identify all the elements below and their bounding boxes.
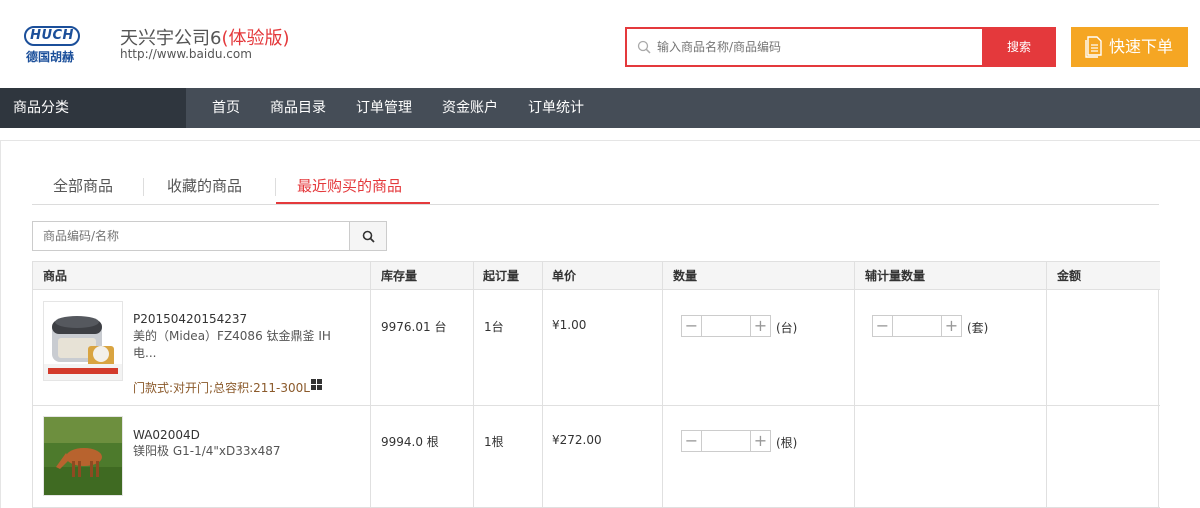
quantity-stepper: − + (681, 430, 771, 452)
decrement-button[interactable]: − (682, 316, 702, 336)
quick-order-label: 快速下单 (1109, 37, 1174, 56)
table-row: WA02004D 镁阳极 G1-1/4"xD33x487 9994.0 根 1根… (33, 406, 1160, 508)
quantity-unit: (根) (776, 436, 798, 450)
quantity-stepper: − + (681, 315, 771, 337)
stock-value: 9976.01 台 (381, 320, 447, 334)
nav-category[interactable]: 商品分类 (0, 88, 186, 128)
nav-item-home[interactable]: 首页 (212, 88, 240, 128)
col-aux-qty: 辅计量数量 (865, 269, 926, 283)
filter-box (32, 221, 350, 251)
aux-quantity-unit: (套) (967, 321, 989, 335)
product-spec: 门款式:对开门;总容积:211-300L (133, 381, 310, 395)
nav-menu: 首页 商品目录 订单管理 资金账户 订单统计 (212, 88, 614, 128)
horse-image (44, 417, 122, 495)
product-tabs: 全部商品 收藏的商品 最近购买的商品 (32, 172, 1159, 205)
nav-item-catalog[interactable]: 商品目录 (270, 88, 326, 128)
company-logo[interactable]: HUCH 德国胡赫 (22, 24, 84, 64)
search-icon (637, 40, 651, 54)
main-nav: 商品分类 首页 商品目录 订单管理 资金账户 订单统计 (0, 88, 1200, 128)
stock-value: 9994.0 根 (381, 435, 439, 449)
tab-divider (275, 178, 276, 196)
increment-button[interactable]: + (941, 316, 961, 336)
moq-value: 1根 (484, 435, 504, 449)
qr-code-icon[interactable] (311, 379, 322, 390)
col-product: 商品 (43, 269, 68, 283)
filter-search-button[interactable] (349, 221, 387, 251)
aux-quantity-input[interactable] (894, 316, 941, 336)
product-name[interactable]: 美的（Midea）FZ4086 钛金鼎釜 IH 电... (133, 328, 333, 362)
product-code: WA02004D (133, 428, 200, 442)
search-button[interactable]: 搜索 (982, 27, 1056, 67)
table-row: P20150420154237 美的（Midea）FZ4086 钛金鼎釜 IH … (33, 290, 1160, 406)
increment-button[interactable]: + (750, 316, 770, 336)
product-name[interactable]: 镁阳极 G1-1/4"xD33x487 (133, 443, 333, 460)
filter-input[interactable] (43, 227, 343, 245)
tab-favorites[interactable]: 收藏的商品 (167, 172, 242, 205)
search-box (625, 27, 982, 67)
col-moq: 起订量 (483, 269, 520, 283)
rice-cooker-image (44, 302, 122, 380)
company-url: http://www.baidu.com (120, 47, 252, 61)
product-thumbnail[interactable] (43, 416, 123, 496)
quantity-unit: (台) (776, 321, 798, 335)
price-value: ¥272.00 (552, 433, 602, 447)
logo-mark: HUCH (24, 26, 80, 46)
col-qty: 数量 (673, 269, 698, 283)
logo-cn-text: 德国胡赫 (26, 50, 75, 64)
decrement-button[interactable]: − (682, 431, 702, 451)
nav-item-stats[interactable]: 订单统计 (528, 88, 584, 128)
col-stock: 库存量 (381, 269, 418, 283)
product-thumbnail[interactable] (43, 301, 123, 381)
product-table: 商品 库存量 起订量 单价 数量 辅计量数量 金额 P2015042015423… (32, 261, 1160, 508)
decrement-button[interactable]: − (873, 316, 893, 336)
tab-active-indicator (276, 202, 430, 204)
tab-divider (143, 178, 144, 196)
search-icon (362, 230, 375, 243)
col-price: 单价 (552, 269, 577, 283)
company-name-text: 天兴宇公司6 (120, 28, 222, 49)
product-code: P20150420154237 (133, 312, 248, 326)
table-header: 商品 库存量 起订量 单价 数量 辅计量数量 金额 (33, 261, 1160, 290)
quantity-input[interactable] (703, 316, 750, 336)
header: HUCH 德国胡赫 天兴宇公司6(体验版) http://www.baidu.c… (0, 0, 1200, 88)
document-icon (1085, 36, 1102, 58)
quantity-input[interactable] (703, 431, 750, 451)
trial-label: (体验版) (221, 28, 290, 49)
col-amount: 金额 (1057, 269, 1082, 283)
tab-all-products[interactable]: 全部商品 (53, 172, 113, 205)
aux-quantity-stepper: − + (872, 315, 962, 337)
tab-recent-purchases[interactable]: 最近购买的商品 (297, 172, 402, 205)
nav-item-orders[interactable]: 订单管理 (356, 88, 412, 128)
moq-value: 1台 (484, 320, 504, 334)
nav-item-account[interactable]: 资金账户 (442, 88, 498, 128)
price-value: ¥1.00 (552, 318, 587, 332)
increment-button[interactable]: + (750, 431, 770, 451)
search-input[interactable] (657, 35, 972, 59)
quick-order-button[interactable]: 快速下单 (1071, 27, 1188, 67)
